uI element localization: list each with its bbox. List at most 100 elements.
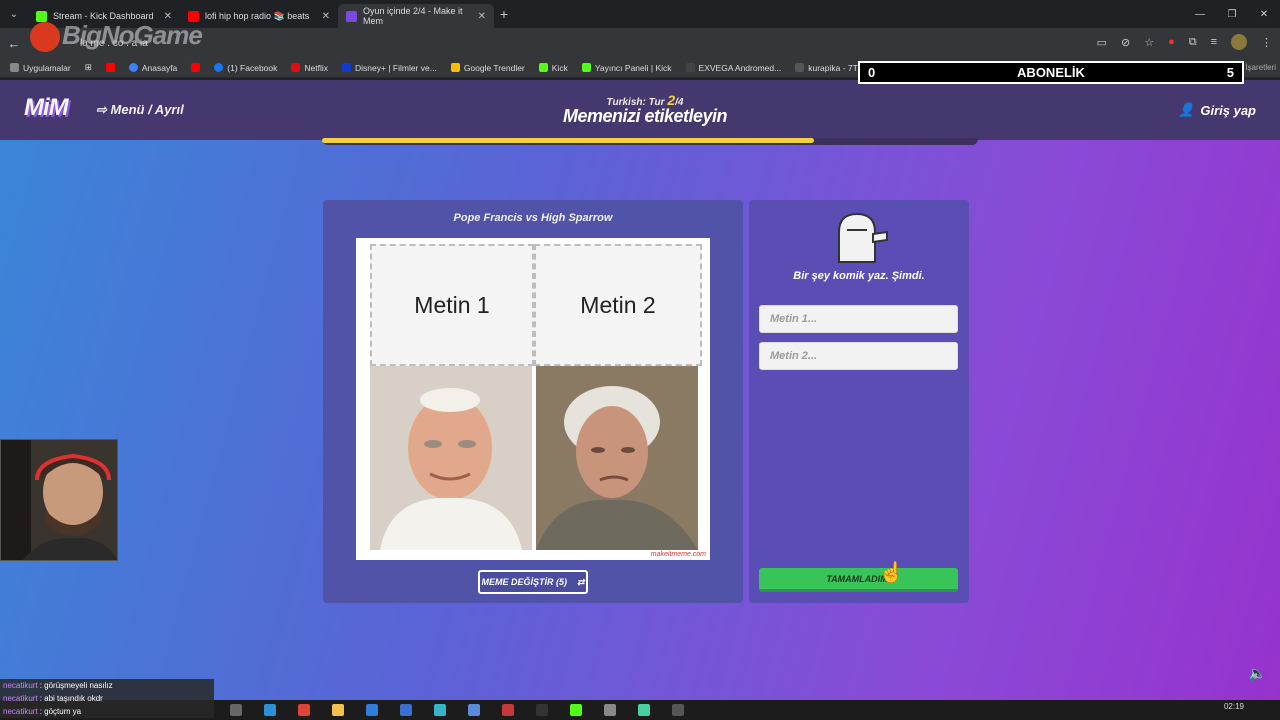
meme-title: Pope Francis vs High Sparrow: [453, 212, 613, 224]
bookmark-label: EXVEGA Andromed...: [698, 62, 782, 73]
change-meme-label: MEME DEĞİŞTİR (5): [481, 577, 567, 587]
pointer-hand-icon: ☝: [879, 562, 904, 584]
back-arrow-icon[interactable]: ←: [0, 36, 28, 51]
bookmark-kick-panel[interactable]: Yayıncı Paneli | Kick: [581, 62, 672, 73]
bookmark-label: Uygulamalar: [23, 62, 71, 73]
bookmark-kick[interactable]: Kick: [538, 63, 568, 73]
new-tab-button[interactable]: +: [494, 6, 514, 22]
kick-app-icon[interactable]: [570, 704, 582, 716]
chat-message: necatikurt: göçtum ya: [0, 705, 214, 718]
app-icon[interactable]: [672, 704, 684, 716]
tab-label: lofi hip hop radio 📚 beats: [205, 10, 310, 21]
ghost-mascot-icon: [833, 212, 888, 264]
app-icon[interactable]: [468, 704, 480, 716]
caption-input-2[interactable]: [759, 342, 958, 370]
disney-icon: [342, 63, 352, 72]
subscription-label: ABONELİK: [1017, 65, 1085, 80]
caption-input-1[interactable]: [759, 305, 958, 333]
taskbar-clock: 02:19: [1223, 702, 1244, 711]
chat-username: necatikurt: [3, 681, 38, 690]
kick-icon: [581, 63, 591, 72]
bookmark-label: Anasayfa: [141, 62, 178, 73]
edge-icon[interactable]: [264, 704, 276, 716]
subscription-goal: 5: [1226, 65, 1234, 80]
streamer-logo-overlay: BigNoGame: [30, 20, 203, 53]
app-icon[interactable]: [604, 704, 616, 716]
maximize-icon[interactable]: ❐: [1216, 0, 1248, 28]
bookmark-google-trends[interactable]: Google Trendler: [450, 62, 525, 73]
meme-text-slot-2[interactable]: Metin 2: [534, 244, 702, 366]
meme-card: Pope Francis vs High Sparrow Metin 1 Met…: [323, 200, 743, 603]
cast-icon[interactable]: ▭: [1097, 36, 1107, 49]
bookmark-disney[interactable]: Disney+ | Filmler ve...: [342, 63, 437, 73]
tab-close-icon[interactable]: ✕: [322, 11, 330, 22]
netflix-icon: [291, 63, 301, 72]
app-icon[interactable]: [366, 704, 378, 716]
bookmark-7tv[interactable]: kurapika - 7TV: [795, 62, 864, 73]
tab-lofi[interactable]: lofi hip hop radio 📚 beats ✕: [180, 4, 338, 28]
bookmark-exvega[interactable]: EXVEGA Andromed...: [685, 62, 782, 73]
swap-arrows-icon: ⇄: [576, 576, 585, 587]
high-sparrow-photo: [536, 366, 698, 550]
chat-text: : göçtum ya: [39, 707, 82, 716]
tab-make-it-meme[interactable]: Oyun içinde 2/4 - Make it Mem ✕: [338, 4, 494, 28]
grid-icon: ⊞: [84, 62, 92, 72]
taskview-icon[interactable]: [230, 704, 242, 716]
login-button[interactable]: 👤 Giriş yap: [1178, 102, 1256, 118]
chat-message: necatikurt: abi taşındık okdr: [0, 692, 214, 705]
bookmark-apps[interactable]: Uygulamalar: [10, 63, 71, 73]
game-header: MiM ⇨ Menü / Ayrıl Turkish: Tur 2/4 Meme…: [0, 80, 1280, 140]
chat-username: necatikurt: [3, 707, 38, 716]
extension-red-icon[interactable]: ●: [1168, 36, 1175, 48]
minimize-icon[interactable]: —: [1184, 0, 1216, 28]
bookmark-label: Yayıncı Paneli | Kick: [594, 62, 672, 73]
meme-text-slot-1[interactable]: Metin 1: [370, 244, 534, 366]
overlay-logo-text: BigNoGame: [62, 20, 203, 50]
puzzle-icon[interactable]: ⧉: [1189, 36, 1197, 49]
bookmark-youtube-2[interactable]: [191, 63, 201, 72]
app-icon[interactable]: [434, 704, 446, 716]
7tv-icon: [795, 63, 805, 72]
change-meme-button[interactable]: MEME DEĞİŞTİR (5) ⇄: [478, 570, 588, 594]
phase-title: Memenizi etiketleyin: [562, 106, 728, 126]
youtube-icon: [105, 63, 115, 72]
chrome-icon[interactable]: [298, 704, 310, 716]
mute-icon[interactable]: 🔈: [1249, 665, 1266, 682]
bookmark-label: Netflix: [304, 62, 329, 73]
tab-label: Oyun içinde 2/4 - Make it Mem: [363, 6, 463, 26]
bookmark-label: Disney+ | Filmler ve...: [355, 62, 437, 73]
bookmark-label: kurapika - 7TV: [808, 62, 864, 73]
app-icon[interactable]: [502, 704, 514, 716]
avatar[interactable]: [1231, 34, 1247, 50]
reading-list-icon[interactable]: ≡: [1211, 36, 1217, 48]
kebab-menu-icon[interactable]: ⋮: [1261, 36, 1272, 49]
star-icon[interactable]: ☆: [1144, 36, 1154, 49]
stream-chat-overlay: necatikurt: görüşmeyeli nasılız necatiku…: [0, 679, 214, 718]
done-button[interactable]: TAMAMLADIM!: [759, 568, 958, 592]
bookmark-netflix[interactable]: Netflix: [291, 63, 328, 73]
eye-off-icon[interactable]: ⊘: [1121, 36, 1130, 49]
bookmark-facebook[interactable]: (1) Facebook: [214, 63, 277, 73]
app-icon[interactable]: [638, 704, 650, 716]
tab-search-icon[interactable]: ⌄: [0, 0, 28, 28]
game-page: MiM ⇨ Menü / Ayrıl Turkish: Tur 2/4 Meme…: [0, 80, 1280, 700]
bookmark-label: Google Trendler: [463, 62, 525, 73]
circle-play-icon: [128, 63, 138, 72]
app-icon[interactable]: [400, 704, 412, 716]
close-window-icon[interactable]: ✕: [1248, 0, 1280, 28]
webcam-overlay: [0, 439, 118, 561]
window-controls: — ❐ ✕: [1184, 0, 1280, 28]
tab-close-icon[interactable]: ✕: [478, 11, 486, 22]
app-icon[interactable]: [536, 704, 548, 716]
chat-text: : abi taşındık okdr: [39, 694, 103, 703]
taskbar-apps: [230, 704, 684, 716]
meme-text-1: Metin 1: [414, 291, 490, 318]
meme-watermark: makeitmeme.com: [650, 551, 706, 558]
folder-icon[interactable]: [332, 704, 344, 716]
bookmark-youtube[interactable]: [105, 63, 115, 72]
trends-icon: [450, 63, 460, 72]
bookmark-grid[interactable]: ⊞: [85, 62, 92, 73]
bookmark-anasayfa[interactable]: Anasayfa: [128, 62, 178, 73]
user-icon: 👤: [1178, 102, 1195, 117]
subscription-current: 0: [868, 65, 876, 80]
